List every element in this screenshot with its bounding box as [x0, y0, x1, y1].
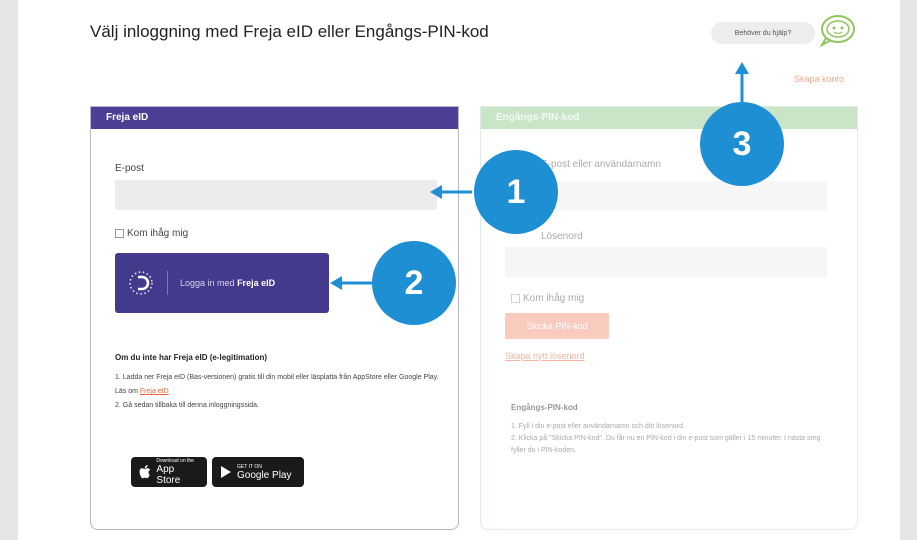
arrow-3-head: [735, 62, 749, 74]
callout-3: 3: [700, 102, 784, 186]
callout-2: 2: [372, 241, 456, 325]
arrow-1-head: [430, 185, 442, 199]
arrow-2-head: [330, 276, 342, 290]
callout-1: 1: [474, 150, 558, 234]
annotation-arrows: [330, 62, 749, 290]
